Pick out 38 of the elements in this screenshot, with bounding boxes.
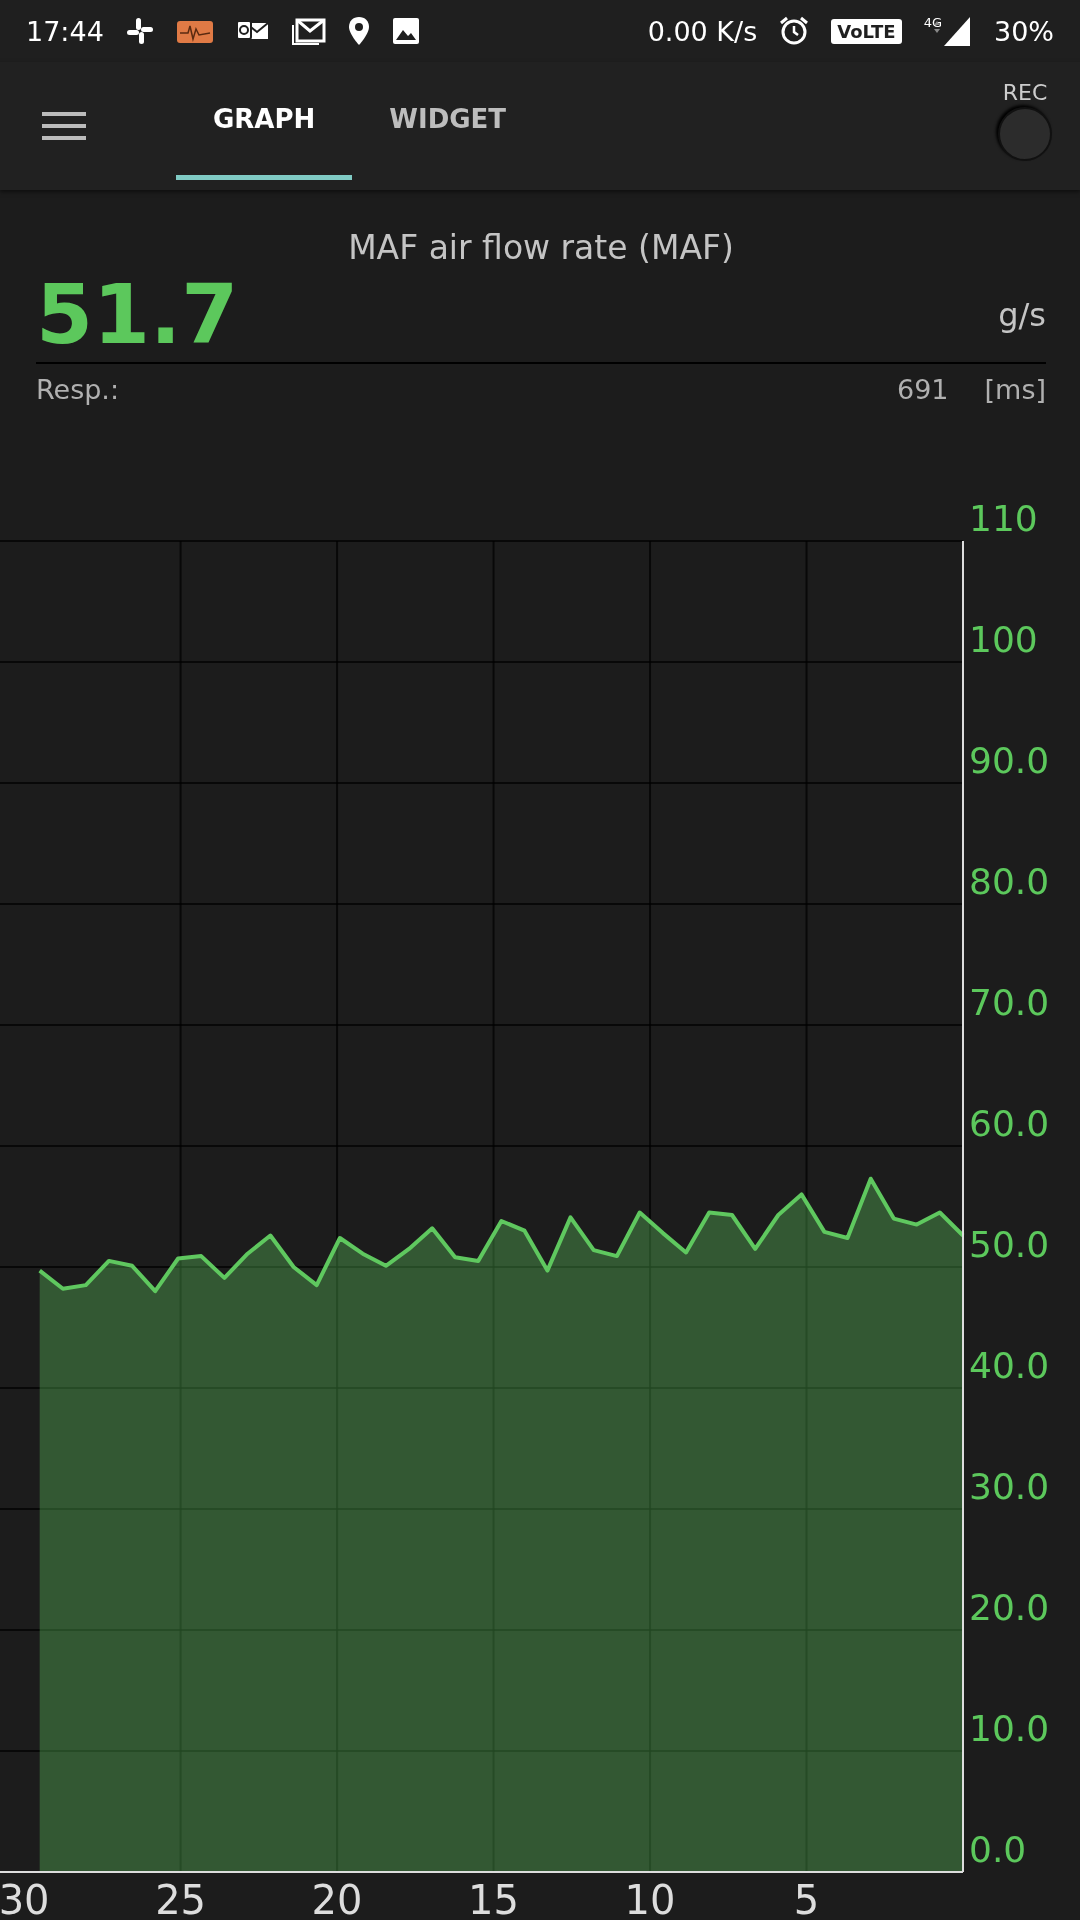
sensor-title: MAF air flow rate (MAF) [347, 228, 735, 267]
y-axis-label: 70.0 [969, 982, 1050, 1023]
battery-level: 30% [994, 15, 1054, 47]
y-axis-label: 60.0 [969, 1103, 1050, 1144]
menu-icon[interactable] [42, 110, 86, 142]
x-axis-label: 25 [155, 1877, 207, 1920]
status-time: 17:44 [26, 15, 104, 47]
image-icon [391, 17, 420, 45]
volte-badge: VoLTE [831, 18, 902, 44]
sensor-value: 51.7 [36, 267, 239, 362]
x-axis-label: 20 [311, 1877, 363, 1920]
tab[interactable]: GRAPH [176, 62, 353, 180]
y-axis-label: 20.0 [969, 1587, 1050, 1628]
y-axis-label: 100 [969, 619, 1038, 660]
alarm-icon [779, 16, 810, 46]
network-type: 4G [923, 15, 942, 30]
y-axis-label: 80.0 [969, 861, 1050, 902]
y-axis-label: 30.0 [969, 1466, 1050, 1507]
y-axis-label: 50.0 [969, 1224, 1050, 1265]
y-axis-label: 40.0 [969, 1345, 1050, 1386]
sensor-unit: g/s [998, 295, 1046, 334]
mail-icon [291, 17, 326, 45]
pinwheel-icon [125, 17, 154, 45]
response-unit: [ms] [984, 374, 1046, 405]
y-axis-label: 90.0 [969, 740, 1050, 781]
response-label: Resp.: [36, 374, 120, 405]
response-value: 691 [897, 374, 949, 405]
x-axis-label: 10 [624, 1877, 676, 1920]
y-axis-label: 110 [969, 498, 1038, 539]
y-axis-label: 0.0 [969, 1829, 1027, 1870]
location-icon [347, 16, 370, 46]
x-axis-label: 5 [793, 1877, 820, 1920]
network-speed: 0.00 K/s [647, 15, 758, 47]
tab[interactable]: WIDGET [352, 62, 544, 180]
x-axis-label: 30 [0, 1877, 50, 1920]
x-axis-label: 15 [468, 1877, 519, 1920]
rec-label: REC [1002, 80, 1048, 105]
y-axis-label: 10.0 [969, 1708, 1050, 1749]
